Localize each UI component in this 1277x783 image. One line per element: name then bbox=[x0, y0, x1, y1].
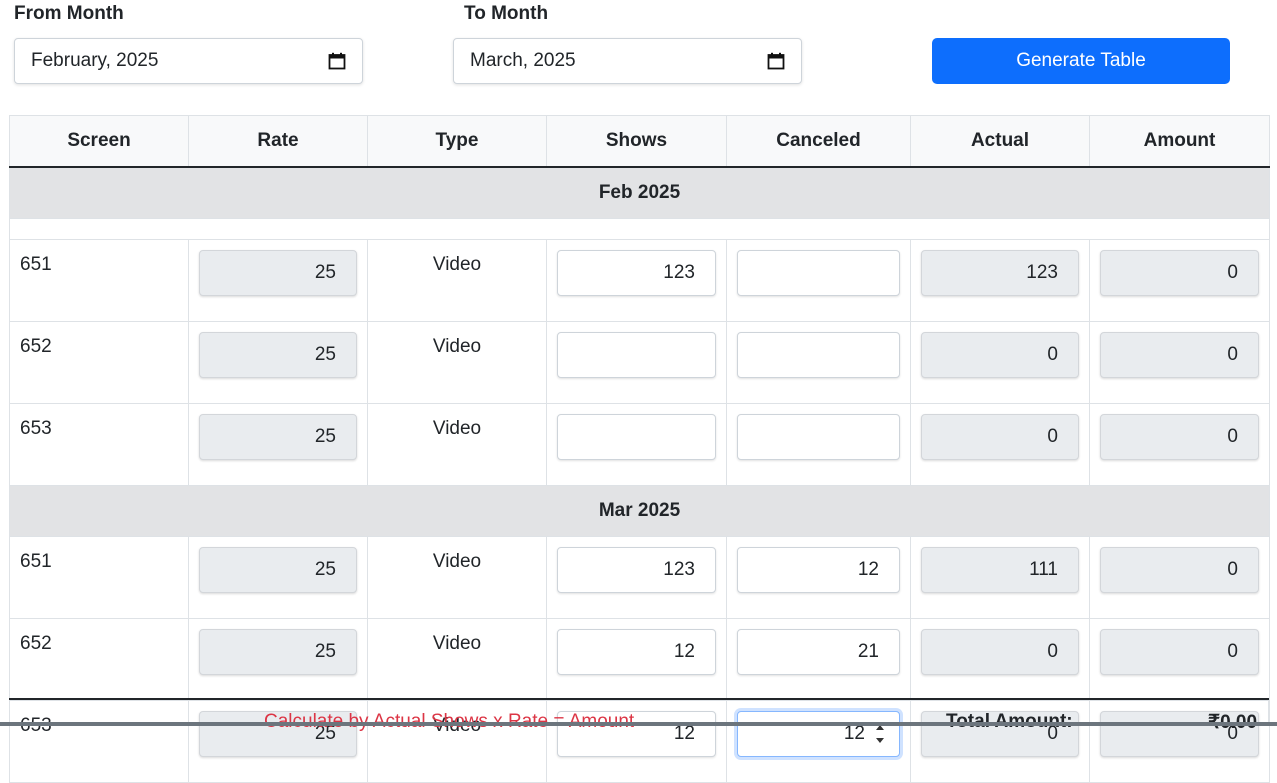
column-header-amount: Amount bbox=[1089, 115, 1270, 168]
month-group-label: Mar 2025 bbox=[9, 485, 1270, 537]
shows-input[interactable] bbox=[557, 414, 716, 460]
table-row: 652 25 Video 12 21 0 0 bbox=[9, 618, 1270, 701]
to-month-label: To Month bbox=[464, 3, 549, 24]
table-row: 651 25 Video 123 123 0 bbox=[9, 239, 1270, 322]
table-row: 651 25 Video 123 12 111 0 bbox=[9, 536, 1270, 619]
column-header-type: Type bbox=[367, 115, 547, 168]
screen-cell: 651 bbox=[9, 239, 189, 322]
from-month-input[interactable]: February, 2025 bbox=[14, 38, 363, 84]
type-cell: Video bbox=[367, 618, 547, 701]
table-row: 652 25 Video 0 0 bbox=[9, 321, 1270, 404]
type-cell: Video bbox=[367, 403, 547, 486]
screen-cell: 652 bbox=[9, 618, 189, 701]
from-month-label: From Month bbox=[14, 3, 124, 24]
canceled-input[interactable]: 12 bbox=[737, 547, 900, 593]
canceled-input[interactable] bbox=[737, 414, 900, 460]
month-group-row: Mar 2025 bbox=[9, 485, 1270, 537]
canceled-input-value: 12 bbox=[843, 723, 865, 744]
table-row: 653 25 Video 0 0 bbox=[9, 403, 1270, 486]
screen-cell: 653 bbox=[9, 403, 189, 486]
actual-field: 0 bbox=[921, 414, 1079, 460]
type-cell: Video bbox=[367, 321, 547, 404]
actual-field: 123 bbox=[921, 250, 1079, 296]
type-cell: Video bbox=[367, 239, 547, 322]
shows-input[interactable]: 123 bbox=[557, 250, 716, 296]
actual-field: 0 bbox=[921, 332, 1079, 378]
rate-field: 25 bbox=[199, 332, 357, 378]
amount-field: 0 bbox=[1100, 250, 1259, 296]
table-footer-divider bbox=[9, 698, 1269, 700]
column-header-shows: Shows bbox=[546, 115, 727, 168]
calendar-icon[interactable] bbox=[328, 52, 346, 70]
calendar-icon[interactable] bbox=[767, 52, 785, 70]
screen-cell: 651 bbox=[9, 536, 189, 619]
actual-field: 0 bbox=[921, 629, 1079, 675]
canceled-input-focused[interactable]: 12 bbox=[737, 711, 900, 757]
column-header-rate: Rate bbox=[188, 115, 368, 168]
amount-field: 0 bbox=[1100, 547, 1259, 593]
spacer-row bbox=[9, 218, 1270, 240]
shows-table: Screen Rate Type Shows Canceled Actual A… bbox=[9, 115, 1270, 783]
column-header-screen: Screen bbox=[9, 115, 189, 168]
month-group-row: Feb 2025 bbox=[9, 166, 1270, 219]
from-month-value: February, 2025 bbox=[31, 50, 159, 71]
actual-field: 111 bbox=[921, 547, 1079, 593]
to-month-value: March, 2025 bbox=[470, 50, 576, 71]
amount-field: 0 bbox=[1100, 332, 1259, 378]
column-header-canceled: Canceled bbox=[726, 115, 911, 168]
table-row: 653 25 Video 12 12 0 0 bbox=[9, 700, 1270, 783]
month-group-label: Feb 2025 bbox=[9, 166, 1270, 219]
to-month-input[interactable]: March, 2025 bbox=[453, 38, 802, 84]
shows-input[interactable]: 12 bbox=[557, 629, 716, 675]
table-header-row: Screen Rate Type Shows Canceled Actual A… bbox=[9, 115, 1270, 168]
amount-field: 0 bbox=[1100, 414, 1259, 460]
type-cell: Video bbox=[367, 536, 547, 619]
generate-table-button[interactable]: Generate Table bbox=[932, 38, 1230, 84]
screen-cell: 652 bbox=[9, 321, 189, 404]
column-header-actual: Actual bbox=[910, 115, 1090, 168]
rate-field: 25 bbox=[199, 250, 357, 296]
shows-input[interactable]: 123 bbox=[557, 547, 716, 593]
canceled-input[interactable]: 21 bbox=[737, 629, 900, 675]
shows-input[interactable] bbox=[557, 332, 716, 378]
canceled-input[interactable] bbox=[737, 250, 900, 296]
rate-field: 25 bbox=[199, 547, 357, 593]
amount-field: 0 bbox=[1100, 629, 1259, 675]
canceled-input[interactable] bbox=[737, 332, 900, 378]
window-bottom-edge bbox=[0, 722, 1277, 726]
rate-field: 25 bbox=[199, 629, 357, 675]
screen-cell: 653 bbox=[9, 700, 189, 783]
rate-field: 25 bbox=[199, 414, 357, 460]
